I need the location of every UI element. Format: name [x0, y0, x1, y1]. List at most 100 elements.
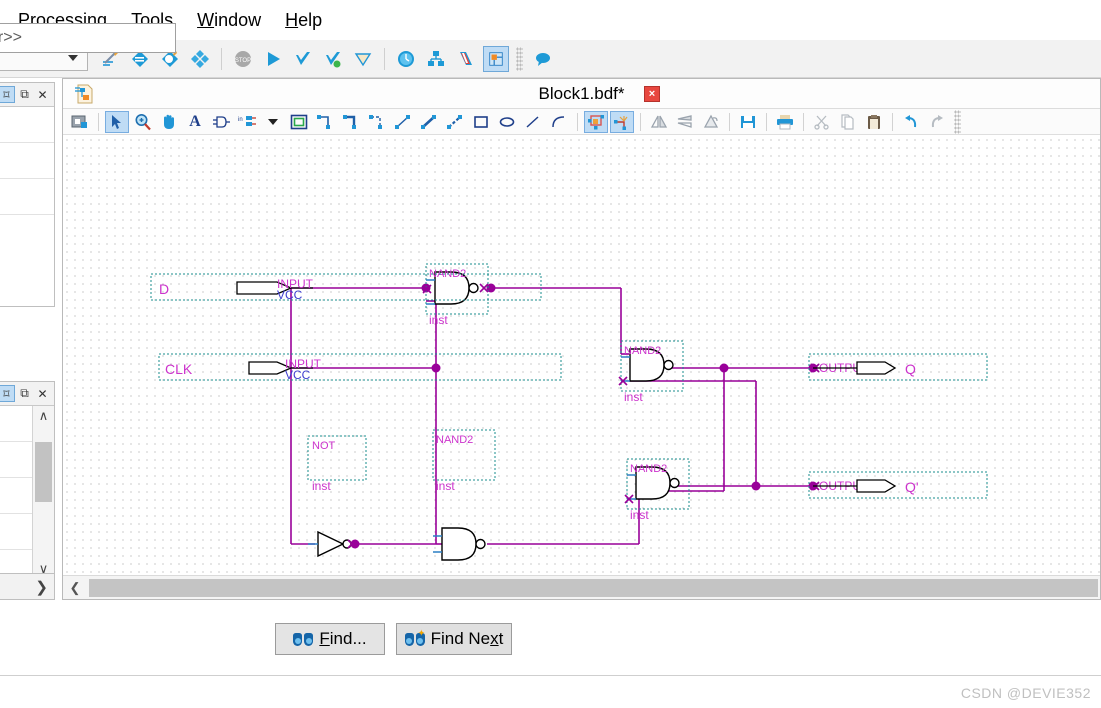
- orthogonal-node-tool-icon[interactable]: [313, 111, 337, 133]
- svg-text:inst: inst: [312, 479, 331, 493]
- panel-header: ⚲ ⌑ ⧉ ✕: [0, 83, 54, 107]
- pin-planner-icon[interactable]: [423, 46, 449, 72]
- assembler-icon[interactable]: [350, 46, 376, 72]
- schematic-canvas-wrapper: NAND2 inst NOT inst NAND2 inst NAND2 ins…: [63, 136, 1100, 599]
- svg-text:NAND2: NAND2: [630, 463, 667, 475]
- flip-vertical-icon[interactable]: [673, 111, 697, 133]
- svg-text:inst: inst: [630, 508, 649, 522]
- pin-panel-icon[interactable]: ⌑: [0, 86, 15, 103]
- arc-tool-icon[interactable]: [547, 111, 571, 133]
- quartus-schematic-editor-window: ssing Processing Tools Window Help: [0, 0, 1101, 708]
- node-tool-icon[interactable]: [391, 111, 415, 133]
- messages-panel: ≡ ⌑ ⧉ ✕ amm ∧ ∨: [0, 381, 55, 580]
- text-tool-icon[interactable]: A: [183, 111, 207, 133]
- svg-text:inst: inst: [436, 479, 455, 493]
- menu-item-window[interactable]: Window: [187, 8, 271, 33]
- scroll-up-icon[interactable]: ∧: [33, 406, 54, 426]
- bus-tool-icon[interactable]: [417, 111, 441, 133]
- filter-input[interactable]: <<Filter>>: [0, 23, 176, 53]
- svg-text:STOP: STOP: [235, 58, 251, 64]
- zoom-tool-icon[interactable]: [131, 111, 155, 133]
- messages-vertical-scrollbar[interactable]: ∧ ∨: [32, 406, 54, 579]
- find-button[interactable]: Find...: [275, 623, 385, 655]
- find-button-label: Find...: [319, 629, 367, 648]
- hand-tool-icon[interactable]: [157, 111, 181, 133]
- output-pin-qbar: OUTPUT Q': [808, 471, 988, 499]
- redo-icon[interactable]: [925, 111, 949, 133]
- svg-text:inst: inst: [624, 390, 643, 404]
- pin-tool-icon[interactable]: in: [235, 111, 259, 133]
- schematic-drawing: NAND2 inst NOT inst NAND2 inst NAND2 ins…: [150, 263, 988, 561]
- rubberbanding-icon[interactable]: [584, 110, 608, 133]
- partial-rubberbanding-icon[interactable]: [610, 110, 634, 133]
- output-pin-q: OUTPUT Q: [808, 353, 988, 381]
- schematic-canvas[interactable]: NAND2 inst NOT inst NAND2 inst NAND2 ins…: [63, 136, 1100, 576]
- panel-header: ≡ ⌑ ⧉ ✕: [0, 382, 54, 406]
- panel-body: [0, 107, 54, 306]
- svg-text:VCC: VCC: [277, 288, 303, 302]
- copy-icon[interactable]: [836, 111, 860, 133]
- binoculars-star-icon: ✦: [404, 628, 425, 646]
- float-panel-icon[interactable]: ⧉: [16, 385, 33, 402]
- project-navigator-panel: ⚲ ⌑ ⧉ ✕: [0, 82, 55, 307]
- print-icon[interactable]: [773, 111, 797, 133]
- filter-placeholder: <<Filter>>: [0, 29, 22, 46]
- close-document-button[interactable]: ×: [644, 85, 660, 102]
- selection-tool-icon[interactable]: [105, 110, 129, 133]
- scroll-left-icon[interactable]: ❮: [63, 576, 87, 599]
- symbol-tool-gate-icon[interactable]: [209, 111, 233, 133]
- block-tool-icon[interactable]: [287, 111, 311, 133]
- svg-text:Q': Q': [905, 479, 919, 495]
- svg-text:D: D: [159, 281, 169, 297]
- panel-expand-button[interactable]: ❯: [0, 573, 55, 600]
- block-diagram-file-icon: [73, 83, 95, 105]
- list-item[interactable]: [0, 179, 54, 215]
- gate-nand-1: NAND2 inst: [422, 263, 489, 327]
- pin-panel-icon[interactable]: ⌑: [0, 385, 15, 402]
- rtl-viewer-icon[interactable]: [483, 45, 509, 72]
- scrollbar-thumb[interactable]: [89, 578, 1098, 597]
- svg-text:in: in: [238, 117, 243, 123]
- svg-text:NOT: NOT: [312, 440, 336, 452]
- help-bubble-icon[interactable]: [530, 46, 556, 72]
- list-item[interactable]: [0, 143, 54, 179]
- find-bar: [0, 602, 1101, 676]
- symbol-tool-icon[interactable]: [68, 111, 92, 133]
- start-fitter-icon[interactable]: [320, 46, 346, 72]
- close-panel-icon[interactable]: ✕: [34, 86, 51, 103]
- canvas-horizontal-scrollbar[interactable]: ❮: [63, 575, 1100, 599]
- find-next-button-label: Find Next: [430, 629, 504, 648]
- close-panel-icon[interactable]: ✕: [34, 385, 51, 402]
- undo-icon[interactable]: [899, 111, 923, 133]
- rotate-icon[interactable]: [699, 111, 723, 133]
- float-panel-icon[interactable]: ⧉: [16, 86, 33, 103]
- orthogonal-conduit-tool-icon[interactable]: [365, 111, 389, 133]
- start-compilation-icon[interactable]: [260, 46, 286, 72]
- pin-tool-dropdown-icon[interactable]: [261, 111, 285, 133]
- compile-design-icon[interactable]: [187, 46, 213, 72]
- gate-nand-3: NAND2 inst: [618, 340, 684, 404]
- timing-analyzer-icon[interactable]: [393, 46, 419, 72]
- oval-tool-icon[interactable]: [495, 111, 519, 133]
- scrollbar-thumb[interactable]: [35, 442, 52, 502]
- chevron-down-icon: [68, 55, 78, 61]
- conduit-tool-icon[interactable]: [443, 111, 467, 133]
- rectangle-tool-icon[interactable]: [469, 111, 493, 133]
- schematic-toolbar: A in: [63, 109, 1100, 135]
- orthogonal-bus-tool-icon[interactable]: [339, 111, 363, 133]
- cut-icon[interactable]: [810, 111, 834, 133]
- analysis-synthesis-icon[interactable]: [290, 46, 316, 72]
- flip-horizontal-icon[interactable]: [647, 111, 671, 133]
- save-icon[interactable]: [736, 111, 760, 133]
- paste-icon[interactable]: [862, 111, 886, 133]
- gate-nand-2: NAND2 inst: [432, 429, 496, 561]
- stop-icon[interactable]: STOP: [230, 46, 256, 72]
- menu-item-help[interactable]: Help: [275, 8, 332, 33]
- gate-not-1: NOT inst: [307, 435, 367, 558]
- svg-text:inst: inst: [429, 313, 448, 327]
- line-tool-icon[interactable]: [521, 111, 545, 133]
- programmer-icon[interactable]: [453, 46, 479, 72]
- list-item[interactable]: [0, 107, 54, 143]
- find-next-button[interactable]: ✦ Find Next: [396, 623, 512, 655]
- svg-text:Q: Q: [905, 361, 916, 377]
